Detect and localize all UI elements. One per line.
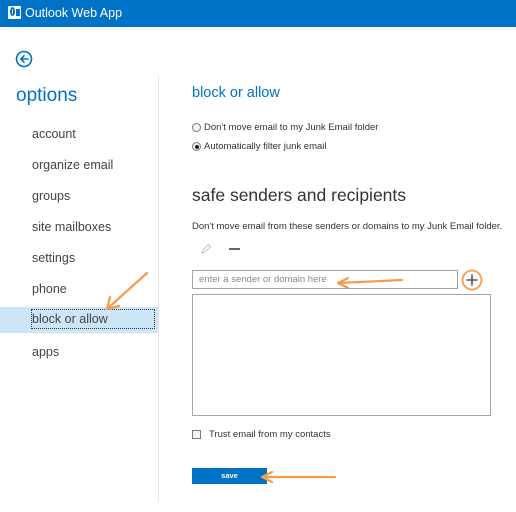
radio-dont-move-junk[interactable]: Don't move email to my Junk Email folder [192, 122, 378, 136]
sidebar-item-label: account [32, 127, 76, 141]
radio-label: Don't move email to my Junk Email folder [204, 122, 379, 133]
radio-label: Automatically filter junk email [204, 141, 327, 152]
sidebar-item-phone[interactable]: phone [0, 276, 158, 302]
trust-contacts-option[interactable]: Trust email from my contacts [192, 429, 331, 440]
top-bar: Outlook Web App [0, 0, 516, 27]
safe-senders-description: Don't move email from these senders or d… [192, 221, 503, 232]
sidebar-item-settings[interactable]: settings [0, 245, 158, 271]
plus-circle-icon[interactable] [461, 269, 483, 291]
radio-filter-junk[interactable]: Automatically filter junk email [192, 141, 327, 155]
sidebar-item-apps[interactable]: apps [0, 339, 158, 365]
sidebar-divider [158, 76, 159, 502]
sender-domain-input[interactable] [192, 270, 458, 289]
safe-senders-list[interactable] [192, 294, 491, 416]
sidebar-item-label: organize email [32, 158, 114, 172]
outlook-logo-icon [8, 6, 21, 19]
pencil-icon[interactable] [200, 242, 212, 254]
sidebar-item-site-mailboxes[interactable]: site mailboxes [0, 214, 158, 240]
sidebar-title: options [16, 85, 78, 106]
sidebar-item-block-or-allow[interactable]: block or allow [0, 307, 158, 333]
trust-contacts-checkbox[interactable] [192, 430, 201, 439]
back-arrow-icon[interactable] [15, 50, 33, 68]
sidebar-item-label: site mailboxes [32, 220, 112, 234]
sidebar-item-groups[interactable]: groups [0, 183, 158, 209]
radio-button[interactable] [192, 142, 201, 151]
safe-senders-title: safe senders and recipients [192, 185, 407, 205]
trust-contacts-label: Trust email from my contacts [209, 429, 331, 440]
sidebar-item-label: phone [32, 282, 67, 296]
radio-button[interactable] [192, 123, 201, 132]
sidebar-item-label: apps [32, 345, 60, 359]
annotation-arrow-save [260, 470, 337, 484]
sidebar-item-organize-email[interactable]: organize email [0, 152, 158, 178]
sidebar-item-account[interactable]: account [0, 121, 158, 147]
sidebar-item-label: settings [32, 251, 76, 265]
app-title: Outlook Web App [25, 6, 123, 20]
sidebar-item-label: block or allow [31, 309, 155, 329]
minus-icon[interactable] [229, 248, 240, 250]
sidebar-item-label: groups [32, 189, 71, 203]
save-button[interactable]: save [192, 468, 267, 484]
page-title: block or allow [192, 85, 280, 101]
